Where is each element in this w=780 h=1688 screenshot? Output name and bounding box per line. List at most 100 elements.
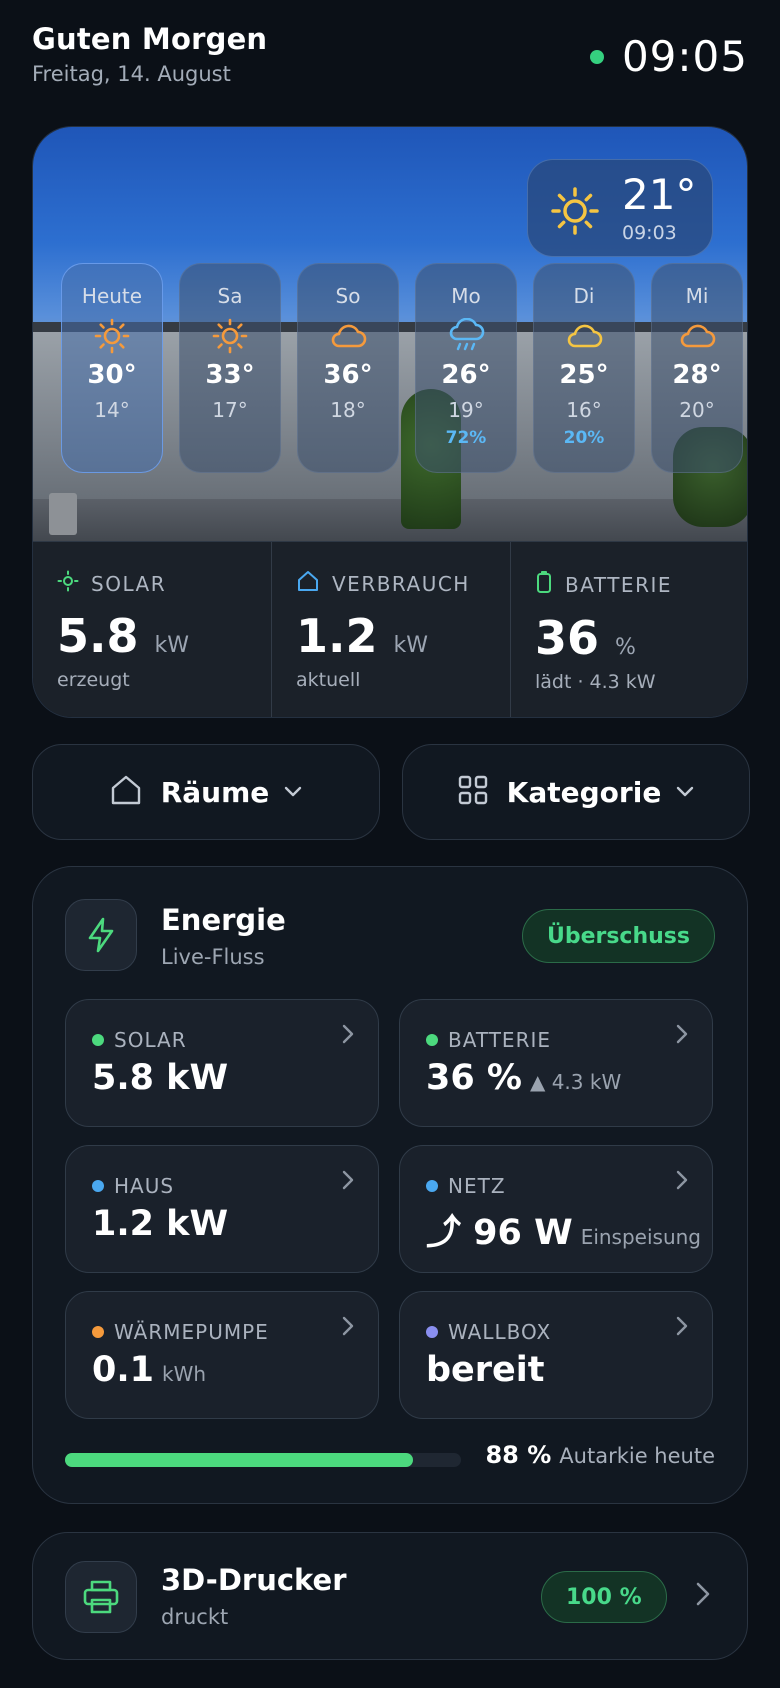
printer-progress-badge: 100 %: [541, 1571, 667, 1623]
forecast-day-today[interactable]: Heute 30° 14°: [61, 263, 163, 473]
stat-label: SOLAR: [91, 571, 167, 596]
forecast-day-name: Mo: [451, 284, 481, 308]
tile-value: 5.8 kW: [92, 1058, 229, 1098]
chevron-down-icon: [675, 783, 695, 802]
energy-title: Energie: [161, 903, 286, 937]
status-dot: [426, 1180, 438, 1192]
tile-label: BATTERIE: [448, 1028, 551, 1052]
energy-summary-strip: SOLAR 5.8 kW erzeugt VERBRAUCH 1.2 kW ak…: [33, 541, 747, 717]
chevron-right-icon: [342, 1170, 354, 1194]
energy-subtitle: Live-Fluss: [161, 945, 265, 969]
stat-label: VERBRAUCH: [332, 571, 470, 596]
stat-value: 1.2: [296, 609, 378, 663]
forecast-high: 25°: [559, 360, 609, 390]
surplus-badge: Überschuss: [521, 909, 715, 963]
home-icon: [109, 774, 143, 810]
forecast-day-mi[interactable]: Mi 28° 20°: [651, 263, 743, 473]
energy-tile-battery[interactable]: BATTERIE 36 % ▲ 4.3 kW: [399, 999, 713, 1127]
rain-probability: 20%: [563, 428, 605, 448]
forecast-low: 20°: [679, 398, 715, 422]
sun-icon: [62, 318, 162, 354]
forecast-day-so[interactable]: So 36° 18°: [297, 263, 399, 473]
forecast-low: 14°: [94, 398, 130, 422]
stat-solar[interactable]: SOLAR 5.8 kW erzeugt: [33, 542, 272, 717]
stat-value: 36: [535, 611, 600, 665]
chevron-right-icon: [676, 1024, 688, 1048]
tile-value: 1.2 kW: [92, 1204, 229, 1244]
tile-value: bereit: [426, 1350, 545, 1390]
chevron-right-icon: [695, 1581, 711, 1611]
energy-tile-heatpump[interactable]: WÄRMEPUMPE 0.1 kWh: [65, 1291, 379, 1419]
cloud-icon: [298, 318, 398, 354]
energy-tile-house[interactable]: HAUS 1.2 kW: [65, 1145, 379, 1273]
tile-value: ⤴ 96 W: [426, 1213, 573, 1253]
forecast-strip[interactable]: Heute 30° 14° Sa 33° 17° So 36° 18° Mo 2…: [61, 263, 747, 473]
photo-ground: [33, 499, 747, 541]
chevron-down-icon: [283, 783, 303, 802]
forecast-day-name: Sa: [217, 284, 243, 308]
tile-label: WÄRMEPUMPE: [114, 1320, 269, 1344]
forecast-day-sa[interactable]: Sa 33° 17°: [179, 263, 281, 473]
stat-caption: lädt · 4.3 kW: [535, 671, 656, 693]
rooms-filter-label: Räume: [160, 775, 270, 809]
battery-icon: [535, 570, 565, 599]
online-status-dot: [589, 49, 604, 64]
energy-tile-solar[interactable]: SOLAR 5.8 kW: [65, 999, 379, 1127]
forecast-high: 26°: [441, 360, 491, 390]
stat-consumption[interactable]: VERBRAUCH 1.2 kW aktuell: [272, 542, 511, 717]
current-weather-pill[interactable]: 21° 09:03: [527, 159, 713, 257]
forecast-high: 28°: [672, 360, 722, 390]
stat-unit: kW: [154, 633, 190, 658]
home-icon: [296, 570, 332, 597]
category-filter-button[interactable]: Kategorie: [402, 744, 750, 840]
grid-icon: [457, 774, 489, 810]
stat-value: 5.8: [57, 609, 139, 663]
stat-caption: aktuell: [296, 669, 361, 691]
forecast-low: 17°: [212, 398, 248, 422]
forecast-day-name: Di: [573, 284, 595, 308]
forecast-high: 33°: [205, 360, 255, 390]
printer-title: 3D-Drucker: [161, 1563, 347, 1597]
autarky-progress-fill: [65, 1453, 414, 1467]
autarky-readout: 88 % Autarkie heute: [485, 1441, 715, 1469]
status-dot: [426, 1326, 438, 1338]
top-bar: Guten Morgen Freitag, 14. August 09:05: [32, 22, 748, 92]
forecast-high: 30°: [87, 360, 137, 390]
tile-label: WALLBOX: [448, 1320, 552, 1344]
chevron-right-icon: [342, 1316, 354, 1340]
rain-probability: 72%: [445, 428, 487, 448]
stat-battery[interactable]: BATTERIE 36 % lädt · 4.3 kW: [511, 542, 747, 717]
forecast-day-name: So: [335, 284, 361, 308]
forecast-day-name: Heute: [81, 284, 143, 308]
cloud-icon: [652, 318, 742, 354]
stat-unit: %: [615, 635, 636, 660]
tile-extra: kWh: [162, 1362, 207, 1386]
energy-tile-wallbox[interactable]: WALLBOX bereit: [399, 1291, 713, 1419]
lightning-icon: [65, 899, 137, 971]
forecast-low: 19°: [448, 398, 484, 422]
forecast-day-mo[interactable]: Mo 26° 19° 72%: [415, 263, 517, 473]
energy-tile-grid[interactable]: NETZ ⤴ 96 W Einspeisung: [399, 1145, 713, 1273]
current-temperature: 21°: [622, 170, 697, 219]
cloud-icon: [534, 318, 634, 354]
photo-plant-pot: [49, 493, 77, 535]
energy-card: Energie Live-Fluss Überschuss SOLAR 5.8 …: [32, 866, 748, 1504]
status-dot: [92, 1180, 104, 1192]
chevron-right-icon: [342, 1024, 354, 1048]
status-dot: [426, 1034, 438, 1046]
category-filter-label: Kategorie: [506, 775, 662, 809]
stat-caption: erzeugt: [57, 669, 130, 691]
printer-card[interactable]: 3D-Drucker druckt 100 %: [32, 1532, 748, 1660]
status-dot: [92, 1034, 104, 1046]
rooms-filter-button[interactable]: Räume: [32, 744, 380, 840]
autarky-label: Autarkie heute: [559, 1444, 715, 1468]
chevron-right-icon: [676, 1170, 688, 1194]
forecast-day-di[interactable]: Di 25° 16° 20%: [533, 263, 635, 473]
weather-hero-card[interactable]: 21° 09:03 Heute 30° 14° Sa 33° 17° So 36…: [32, 126, 748, 718]
tile-label: SOLAR: [114, 1028, 187, 1052]
chevron-right-icon: [676, 1316, 688, 1340]
tile-extra: ▲ 4.3 kW: [529, 1070, 622, 1094]
clock: 09:05: [589, 32, 748, 81]
status-dot: [92, 1326, 104, 1338]
tile-label: NETZ: [448, 1174, 506, 1198]
